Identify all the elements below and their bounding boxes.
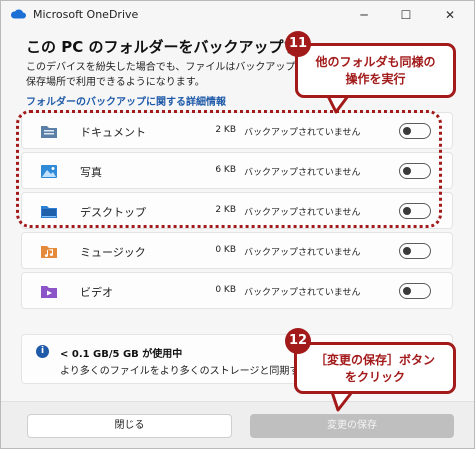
music-folder-icon (41, 246, 57, 258)
maximize-button[interactable]: ☐ (385, 1, 427, 29)
learn-more-link[interactable]: フォルダーのバックアップに関する詳細情報 (26, 93, 226, 108)
videos-folder-icon (41, 286, 57, 298)
page-title: この PC のフォルダーをバックアップする (26, 38, 314, 56)
highlight-box-folders (16, 110, 442, 228)
save-changes-button[interactable]: 変更の保存 (250, 414, 454, 438)
folder-name: ミュージック (80, 246, 146, 259)
page-description: このデバイスを紛失した場合でも、ファイルはバックアップされ、保存場所で利用できる… (26, 62, 326, 88)
annotation-callout-11: 他のフォルダも同様の 操作を実行 (295, 43, 456, 98)
dialog-footer: 閉じる 変更の保存 (1, 401, 474, 448)
close-window-button[interactable]: ✕ (429, 1, 471, 29)
backup-toggle-music[interactable] (399, 243, 431, 259)
annotation-text: 他のフォルダも同様の (315, 55, 436, 69)
minimize-button[interactable]: ─ (343, 1, 385, 29)
annotation-text: 操作を実行 (345, 72, 406, 86)
step-badge-11: 11 (285, 31, 311, 57)
window-title: Microsoft OneDrive (33, 8, 139, 21)
storage-hint: より多くのファイルをより多くのストレージと同期する (60, 366, 310, 377)
folder-status: バックアップされていません (244, 288, 361, 298)
info-icon: i (36, 345, 49, 358)
storage-usage: < 0.1 GB/5 GB が使用中 (60, 349, 183, 360)
folder-row-music: ミュージック 0 KB バックアップされていません (21, 232, 453, 269)
toggle-knob (403, 247, 411, 255)
folder-status: バックアップされていません (244, 248, 361, 258)
folder-size: 0 KB (215, 245, 236, 255)
annotation-text: をクリック (344, 370, 405, 384)
annotation-callout-12: ［変更の保存］ボタン をクリック (294, 342, 456, 394)
folder-size: 0 KB (215, 285, 236, 295)
close-button[interactable]: 閉じる (27, 414, 232, 438)
annotation-text: ［変更の保存］ボタン (314, 353, 435, 367)
toggle-knob (403, 287, 411, 295)
backup-toggle-videos[interactable] (399, 283, 431, 299)
step-badge-12: 12 (285, 328, 311, 354)
folder-row-videos: ビデオ 0 KB バックアップされていません (21, 272, 453, 309)
onedrive-cloud-icon (10, 9, 26, 19)
folder-name: ビデオ (80, 286, 113, 299)
